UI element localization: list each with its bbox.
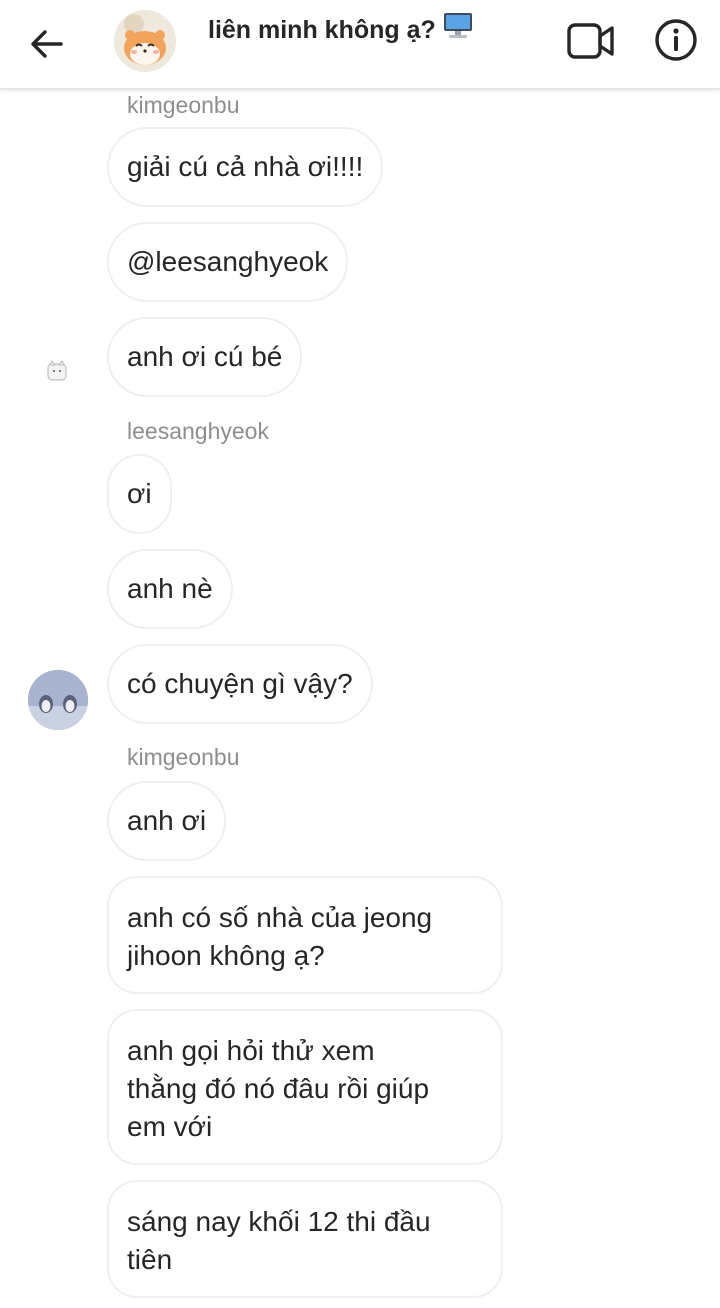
message-line: sáng nay khối 12 thi đầu — [127, 1206, 431, 1237]
message-bubble[interactable]: anh có số nhà của jeong jihoon không ạ? — [107, 876, 503, 994]
penguins-avatar-icon — [28, 670, 88, 730]
message-bubble[interactable]: sáng nay khối 12 thi đầu tiên — [107, 1180, 503, 1298]
message-text: @leesanghyeok — [127, 246, 329, 277]
info-icon — [655, 19, 697, 61]
message-text: ơi — [127, 478, 152, 509]
message-line: jihoon không ạ? — [127, 940, 325, 971]
sender-avatar[interactable] — [28, 670, 88, 730]
arrow-left-icon — [31, 30, 63, 58]
message-text: sáng nay khối 12 thi đầu tiên — [127, 1203, 431, 1279]
cat-avatar-icon — [47, 360, 67, 381]
video-call-button[interactable] — [566, 20, 616, 62]
message-text: anh gọi hỏi thử xem thằng đó nó đâu rồi … — [127, 1032, 429, 1146]
message-text: anh ơi cú bé — [127, 341, 283, 372]
chat-title[interactable]: liên minh không ạ? — [208, 12, 474, 47]
message-bubble[interactable]: anh gọi hỏi thử xem thằng đó nó đâu rồi … — [107, 1009, 503, 1165]
desktop-computer-icon — [442, 12, 474, 47]
sender-avatar[interactable] — [44, 358, 70, 384]
info-button[interactable] — [654, 18, 698, 62]
video-camera-icon — [567, 23, 614, 59]
sender-name: kimgeonbu — [127, 92, 240, 118]
chat-title-text: liên minh không ạ? — [208, 16, 436, 44]
message-line: tiên — [127, 1244, 173, 1275]
group-avatar[interactable] — [114, 10, 176, 72]
message-bubble[interactable]: anh nè — [107, 549, 233, 629]
message-bubble[interactable]: @leesanghyeok — [107, 222, 349, 302]
message-text: anh ơi — [127, 805, 207, 836]
message-line: thằng đó nó đâu rồi giúp — [127, 1073, 430, 1104]
chat-header: liên minh không ạ? — [0, 0, 720, 90]
message-line: em với — [127, 1111, 213, 1142]
hamster-avatar-icon — [114, 10, 176, 72]
message-text: có chuyện gì vậy? — [127, 668, 353, 699]
message-line: anh có số nhà của jeong — [127, 902, 433, 933]
message-bubble[interactable]: ơi — [107, 454, 172, 534]
sender-name: kimgeonbu — [127, 744, 240, 770]
message-bubble[interactable]: anh ơi cú bé — [107, 317, 303, 397]
message-bubble[interactable]: giải cú cả nhà ơi!!!! — [107, 127, 384, 207]
message-text: giải cú cả nhà ơi!!!! — [127, 151, 364, 182]
back-button[interactable] — [24, 22, 68, 66]
sender-name: leesanghyeok — [127, 418, 269, 444]
message-text: anh có số nhà của jeong jihoon không ạ? — [127, 899, 432, 975]
message-text: anh nè — [127, 573, 213, 604]
message-line: anh gọi hỏi thử xem — [127, 1035, 375, 1066]
message-bubble[interactable]: có chuyện gì vậy? — [107, 644, 373, 724]
message-bubble[interactable]: anh ơi — [107, 781, 227, 861]
